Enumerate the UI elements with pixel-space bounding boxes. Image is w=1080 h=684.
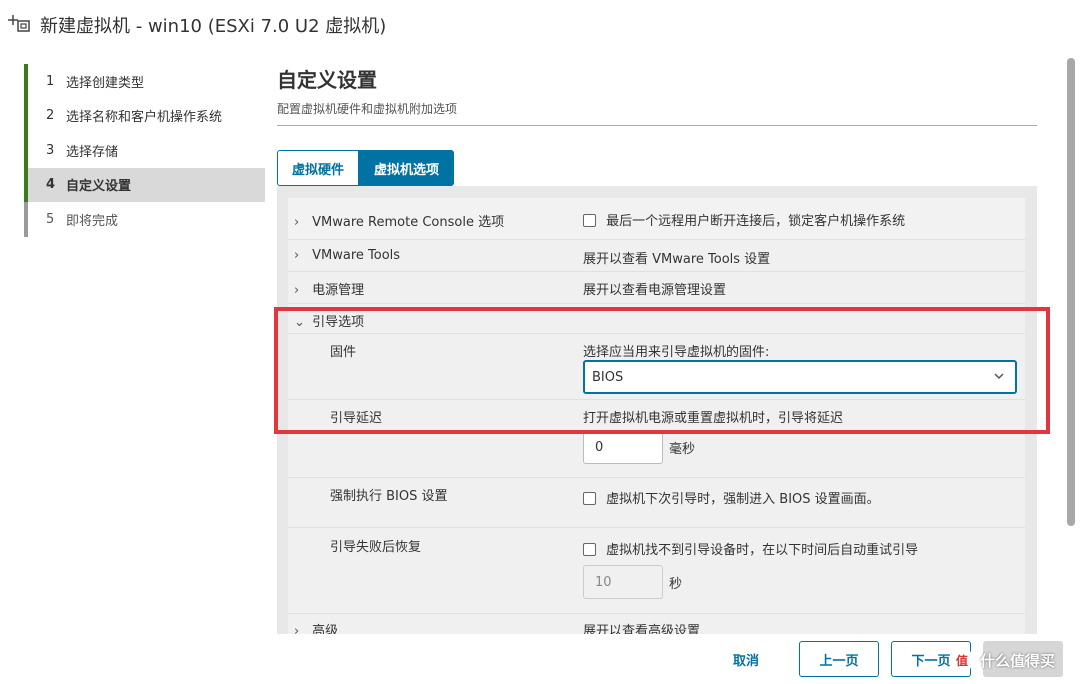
option-label: 电源管理 xyxy=(312,283,365,298)
step-4[interactable]: 4 自定义设置 xyxy=(24,167,265,202)
back-button[interactable]: 上一页 xyxy=(799,641,879,677)
option-label: VMware Tools xyxy=(312,248,401,263)
step-label: 选择创建类型 xyxy=(66,75,145,91)
option-label: 高级 xyxy=(312,624,339,634)
page-title: 自定义设置 xyxy=(277,68,377,92)
watermark: 值 什么值得买 xyxy=(950,644,1055,676)
checkbox-label: 虚拟机找不到引导设备时，在以下时间后自动重试引导 xyxy=(606,543,919,558)
option-label: 引导选项 xyxy=(312,315,365,330)
checkbox-label: 虚拟机下次引导时，强制进入 BIOS 设置画面。 xyxy=(606,492,880,507)
option-header[interactable]: ⌄ 引导选项 xyxy=(288,304,576,333)
boot-delay-unit: 毫秒 xyxy=(669,442,696,457)
option-row-boot-delay: 引导延迟 打开虚拟机电源或重置虚拟机时，引导将延迟 0 毫秒 xyxy=(288,400,1025,478)
step-number: 3 xyxy=(46,142,55,158)
chevron-down-icon xyxy=(993,370,1005,386)
option-row-force-bios: 强制执行 BIOS 设置 虚拟机下次引导时，强制进入 BIOS 设置画面。 xyxy=(288,478,1025,528)
page-subtitle: 配置虚拟机硬件和虚拟机附加选项 xyxy=(277,102,458,116)
option-value: 展开以查看高级设置 xyxy=(583,624,701,634)
option-header[interactable]: › 电源管理 xyxy=(288,272,576,303)
chevron-right-icon[interactable]: › xyxy=(294,624,308,634)
cancel-button[interactable]: 取消 xyxy=(706,641,786,677)
scrollbar-thumb[interactable] xyxy=(1067,58,1075,526)
boot-recovery-label: 引导失败后恢复 xyxy=(330,540,422,555)
chevron-right-icon[interactable]: › xyxy=(294,283,308,298)
option-header[interactable]: › VMware Tools xyxy=(288,240,576,271)
options-grid: › VMware Remote Console 选项 最后一个远程用户断开连接后… xyxy=(288,198,1025,634)
step-1[interactable]: 1 选择创建类型 xyxy=(24,64,265,99)
firmware-label: 固件 xyxy=(330,345,357,360)
step-2[interactable]: 2 选择名称和客户机操作系统 xyxy=(24,98,265,133)
boot-retry-input[interactable]: 10 xyxy=(583,565,663,599)
new-vm-icon xyxy=(6,11,34,39)
option-header[interactable]: › VMware Remote Console 选项 xyxy=(288,198,576,239)
title-bar: 新建虚拟机 - win10 (ESXi 7.0 U2 虚拟机) xyxy=(0,0,1080,50)
tab-vm-options[interactable]: 虚拟机选项 xyxy=(359,150,455,186)
step-number: 1 xyxy=(46,73,55,89)
option-row-boot-recovery: 引导失败后恢复 虚拟机找不到引导设备时，在以下时间后自动重试引导 10 秒 xyxy=(288,528,1025,614)
step-label: 选择名称和客户机操作系统 xyxy=(66,110,223,126)
boot-delay-input[interactable]: 0 xyxy=(583,430,663,464)
watermark-text: 什么值得买 xyxy=(980,651,1056,670)
lock-guest-checkbox[interactable] xyxy=(583,214,596,227)
boot-delay-description: 打开虚拟机电源或重置虚拟机时，引导将延迟 xyxy=(583,411,844,426)
option-value: 展开以查看 VMware Tools 设置 xyxy=(583,252,771,267)
step-number: 4 xyxy=(46,177,56,193)
boot-retry-unit: 秒 xyxy=(669,577,683,592)
chevron-right-icon[interactable]: › xyxy=(294,215,308,230)
chevron-right-icon[interactable]: › xyxy=(294,248,308,263)
option-label: VMware Remote Console 选项 xyxy=(312,215,505,230)
firmware-prompt: 选择应当用来引导虚拟机的固件: xyxy=(583,345,770,360)
step-number: 5 xyxy=(46,211,55,227)
options-panel: › VMware Remote Console 选项 最后一个远程用户断开连接后… xyxy=(277,186,1037,634)
step-label: 自定义设置 xyxy=(66,179,132,195)
step-number: 2 xyxy=(46,108,55,124)
step-label: 即将完成 xyxy=(66,213,119,229)
force-bios-checkbox[interactable] xyxy=(583,492,596,505)
step-3[interactable]: 3 选择存储 xyxy=(24,133,265,168)
wizard-steps: 1 选择创建类型 2 选择名称和客户机操作系统 3 选择存储 4 自定义设置 5… xyxy=(0,50,266,684)
window-title: 新建虚拟机 - win10 (ESXi 7.0 U2 虚拟机) xyxy=(40,16,387,37)
firmware-select[interactable]: BIOS xyxy=(583,360,1017,394)
boot-recovery-checkbox[interactable] xyxy=(583,543,596,556)
force-bios-label: 强制执行 BIOS 设置 xyxy=(330,489,448,504)
boot-delay-label: 引导延迟 xyxy=(330,411,383,426)
divider xyxy=(277,125,1037,126)
chevron-down-icon[interactable]: ⌄ xyxy=(294,315,308,330)
option-row-boot: ⌄ 引导选项 xyxy=(288,304,1025,334)
firmware-select-value: BIOS xyxy=(592,369,624,385)
checkbox-label: 最后一个远程用户断开连接后，锁定客户机操作系统 xyxy=(606,214,906,229)
tab-virtual-hardware[interactable]: 虚拟硬件 xyxy=(277,150,360,186)
option-value: 展开以查看电源管理设置 xyxy=(583,283,727,298)
main-panel: 自定义设置 配置虚拟机硬件和虚拟机附加选项 虚拟硬件 虚拟机选项 › VMwar… xyxy=(266,50,1066,634)
option-header[interactable]: › 高级 xyxy=(288,614,576,634)
option-row-remote-console: › VMware Remote Console 选项 最后一个远程用户断开连接后… xyxy=(288,198,1025,240)
step-5: 5 即将完成 xyxy=(24,202,265,237)
scrollbar[interactable] xyxy=(1067,58,1075,526)
option-row-firmware: 固件 选择应当用来引导虚拟机的固件: BIOS xyxy=(288,334,1025,400)
watermark-logo-icon: 值 xyxy=(950,648,974,672)
option-row-advanced: › 高级 展开以查看高级设置 xyxy=(288,614,1025,634)
option-row-power: › 电源管理 展开以查看电源管理设置 xyxy=(288,272,1025,304)
tab-bar: 虚拟硬件 虚拟机选项 xyxy=(277,150,455,186)
option-row-vmware-tools: › VMware Tools 展开以查看 VMware Tools 设置 xyxy=(288,240,1025,272)
step-label: 选择存储 xyxy=(66,144,119,160)
